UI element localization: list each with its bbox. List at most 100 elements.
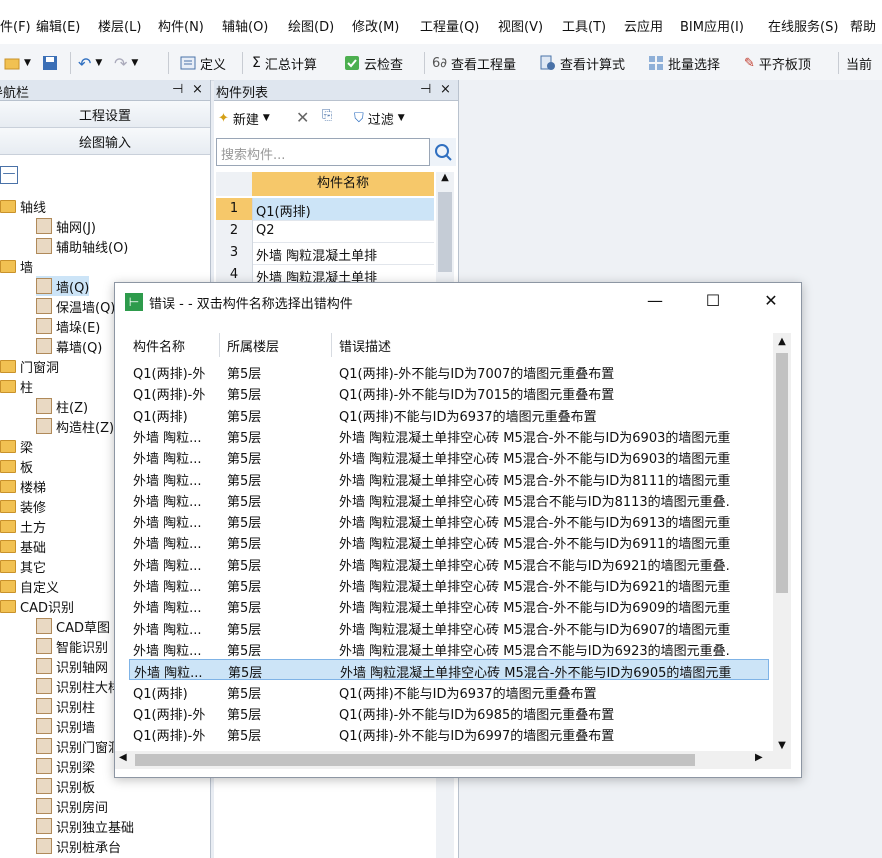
tree-item[interactable]: 墙 xyxy=(0,256,33,276)
menu-component[interactable]: 构件(N) xyxy=(158,16,204,35)
tree-item[interactable]: 其它 xyxy=(0,556,46,576)
sum-button[interactable]: Σ 汇总计算 xyxy=(252,52,317,74)
scroll-down-icon[interactable]: ▼ xyxy=(773,740,791,751)
project-settings-button[interactable]: 工程设置 xyxy=(0,101,210,128)
table-row[interactable]: Q1(两排) 第5层 Q1(两排)不能与ID为6937的墙图元重叠布置 xyxy=(129,404,769,425)
list-item[interactable]: 2 Q2 xyxy=(216,220,434,243)
tree-item[interactable]: 辅助轴线(O) xyxy=(36,236,128,256)
tree-item[interactable]: 识别轴网 xyxy=(36,656,108,676)
scroll-right-icon[interactable]: ▶ xyxy=(755,752,763,763)
tree-item[interactable]: 梁 xyxy=(0,436,33,456)
tree-item[interactable]: 智能识别 xyxy=(36,636,108,656)
menu-modify[interactable]: 修改(M) xyxy=(352,16,399,35)
tree-item[interactable]: 识别柱大样 xyxy=(36,676,121,696)
tree-item[interactable]: CAD识别 xyxy=(0,596,74,616)
tree-item[interactable]: 识别梁 xyxy=(36,756,95,776)
table-row[interactable]: Q1(两排)-外 第5层 Q1(两排)-外不能与ID为7015的墙图元重叠布置 xyxy=(129,382,769,403)
table-row[interactable]: 外墙 陶粒... 第5层 外墙 陶粒混凝土单排空心砖 M5混合-外不能与ID为690… xyxy=(129,446,769,467)
tree-item[interactable]: 装修 xyxy=(0,496,46,516)
tree-item[interactable]: 板 xyxy=(0,456,33,476)
close-icon[interactable]: × xyxy=(192,82,203,97)
menu-bim[interactable]: BIM应用(I) xyxy=(680,16,744,35)
menu-floor[interactable]: 楼层(L) xyxy=(98,16,141,35)
menu-draw[interactable]: 绘图(D) xyxy=(288,16,334,35)
menu-tools[interactable]: 工具(T) xyxy=(562,16,606,35)
minimize-icon[interactable]: — xyxy=(645,291,665,311)
tree-item[interactable]: 轴线 xyxy=(0,196,46,216)
menu-edit[interactable]: 编辑(E) xyxy=(36,16,80,35)
tree-item[interactable]: 基础 xyxy=(0,536,46,556)
define-button[interactable]: 定义 xyxy=(180,52,226,74)
column-component-name[interactable]: 构件名称 xyxy=(133,336,185,355)
scroll-thumb[interactable] xyxy=(438,192,452,272)
tree-item[interactable]: 识别房间 xyxy=(36,796,108,816)
table-row[interactable]: 外墙 陶粒... 第5层 外墙 陶粒混凝土单排空心砖 M5混合-外不能与ID为691… xyxy=(129,531,769,552)
close-icon[interactable]: ✕ xyxy=(761,291,781,311)
scroll-left-icon[interactable]: ◀ xyxy=(119,752,127,763)
tree-item[interactable]: 墙(Q) xyxy=(36,276,90,296)
table-row[interactable]: Q1(两排)-外 第5层 Q1(两排)-外不能与ID为7007的墙图元重叠布置 xyxy=(129,361,769,382)
open-button[interactable]: ▼ xyxy=(4,52,31,74)
search-button[interactable] xyxy=(430,138,456,166)
view-formula-button[interactable]: 查看计算式 xyxy=(540,52,625,74)
tree-item[interactable]: 识别门窗洞 xyxy=(36,736,121,756)
table-row[interactable]: 外墙 陶粒... 第5层 外墙 陶粒混凝土单排空心砖 M5混合不能与ID为6923的… xyxy=(129,638,769,659)
table-row[interactable]: 外墙 陶粒... 第5层 外墙 陶粒混凝土单排空心砖 M5混合-外不能与ID为690… xyxy=(129,659,769,681)
list-item[interactable]: 3 外墙 陶粒混凝土单排 xyxy=(216,242,434,265)
menu-aux-axis[interactable]: 辅轴(O) xyxy=(222,16,268,35)
close-icon[interactable]: × xyxy=(440,82,451,97)
table-row[interactable]: Q1(两排)-外 第5层 Q1(两排)-外不能与ID为6985的墙图元重叠布置 xyxy=(129,702,769,723)
table-row[interactable]: 外墙 陶粒... 第5层 外墙 陶粒混凝土单排空心砖 M5混合-外不能与ID为691… xyxy=(129,510,769,531)
table-row[interactable]: 外墙 陶粒... 第5层 外墙 陶粒混凝土单排空心砖 M5混合-外不能与ID为690… xyxy=(129,617,769,638)
tree-item[interactable]: 识别墙 xyxy=(36,716,95,736)
menu-quantity[interactable]: 工程量(Q) xyxy=(420,16,479,35)
menu-online[interactable]: 在线服务(S) xyxy=(768,16,838,35)
tree-item[interactable]: 识别柱 xyxy=(36,696,95,716)
menu-view[interactable]: 视图(V) xyxy=(498,16,543,35)
table-row[interactable]: 外墙 陶粒... 第5层 外墙 陶粒混凝土单排空心砖 M5混合不能与ID为8113的… xyxy=(129,489,769,510)
search-input[interactable]: 搜索构件... xyxy=(216,138,430,166)
menu-file[interactable]: 件(F) xyxy=(0,16,31,35)
maximize-icon[interactable]: ☐ xyxy=(703,291,723,311)
tree-item[interactable]: 柱(Z) xyxy=(36,396,88,416)
table-row[interactable]: Q1(两排) 第5层 Q1(两排)不能与ID为6937的墙图元重叠布置 xyxy=(129,681,769,702)
scroll-thumb[interactable] xyxy=(776,353,788,593)
tree-item[interactable]: 幕墙(Q) xyxy=(36,336,102,356)
scroll-up-icon[interactable]: ▲ xyxy=(773,333,791,351)
drawing-input-button[interactable]: 绘图输入 xyxy=(0,128,210,155)
tree-item[interactable]: 保温墙(Q) xyxy=(36,296,115,316)
tree-item[interactable]: CAD草图 xyxy=(36,616,110,636)
collapse-icon[interactable]: — xyxy=(0,166,18,184)
tree-item[interactable]: 墙垛(E) xyxy=(36,316,100,336)
save-button[interactable] xyxy=(42,52,58,74)
undo-button[interactable]: ↶ ▼ xyxy=(78,52,102,74)
menu-help[interactable]: 帮助 xyxy=(850,16,876,35)
table-row[interactable]: 外墙 陶粒... 第5层 外墙 陶粒混凝土单排空心砖 M5混合-外不能与ID为692… xyxy=(129,574,769,595)
tree-item[interactable]: 轴网(J) xyxy=(36,216,96,236)
copy-icon[interactable]: ⎘ xyxy=(322,108,332,123)
table-row[interactable]: 外墙 陶粒... 第5层 外墙 陶粒混凝土单排空心砖 M5混合-外不能与ID为690… xyxy=(129,595,769,616)
align-slab-button[interactable]: ✎ 平齐板顶 xyxy=(744,52,811,74)
batch-select-button[interactable]: 批量选择 xyxy=(648,52,720,74)
filter-button[interactable]: ⛉ 过滤 ▼ xyxy=(354,106,405,130)
current-floor-select[interactable]: 当前 xyxy=(846,52,872,74)
list-item[interactable]: 1 Q1(两排) xyxy=(216,198,434,221)
scroll-up-icon[interactable]: ▲ xyxy=(436,172,454,183)
column-error-desc[interactable]: 错误描述 xyxy=(339,336,391,355)
menu-cloud[interactable]: 云应用 xyxy=(624,16,663,35)
table-row[interactable]: 外墙 陶粒... 第5层 外墙 陶粒混凝土单排空心砖 M5混合-外不能与ID为690… xyxy=(129,425,769,446)
tree-item[interactable]: 识别独立基础 xyxy=(36,816,134,836)
column-floor[interactable]: 所属楼层 xyxy=(227,336,279,355)
redo-button[interactable]: ↷ ▼ xyxy=(114,52,138,74)
dialog-horizontal-scrollbar[interactable]: ◀ ▶ xyxy=(115,751,791,769)
delete-icon[interactable]: ✕ xyxy=(296,108,309,127)
scroll-thumb[interactable] xyxy=(135,754,695,766)
pin-icon[interactable]: ⊣ xyxy=(172,82,183,97)
tree-item[interactable]: 门窗洞 xyxy=(0,356,59,376)
new-button[interactable]: ✦ 新建 ▼ xyxy=(218,106,270,130)
table-row[interactable]: 外墙 陶粒... 第5层 外墙 陶粒混凝土单排空心砖 M5混合不能与ID为6921的… xyxy=(129,553,769,574)
table-row[interactable]: Q1(两排)-外 第5层 Q1(两排)-外不能与ID为6997的墙图元重叠布置 xyxy=(129,723,769,744)
tree-item[interactable]: 自定义 xyxy=(0,576,59,596)
view-quantity-button[interactable]: 6∂ 查看工程量 xyxy=(432,52,516,74)
tree-item[interactable]: 识别桩承台 xyxy=(36,836,121,856)
